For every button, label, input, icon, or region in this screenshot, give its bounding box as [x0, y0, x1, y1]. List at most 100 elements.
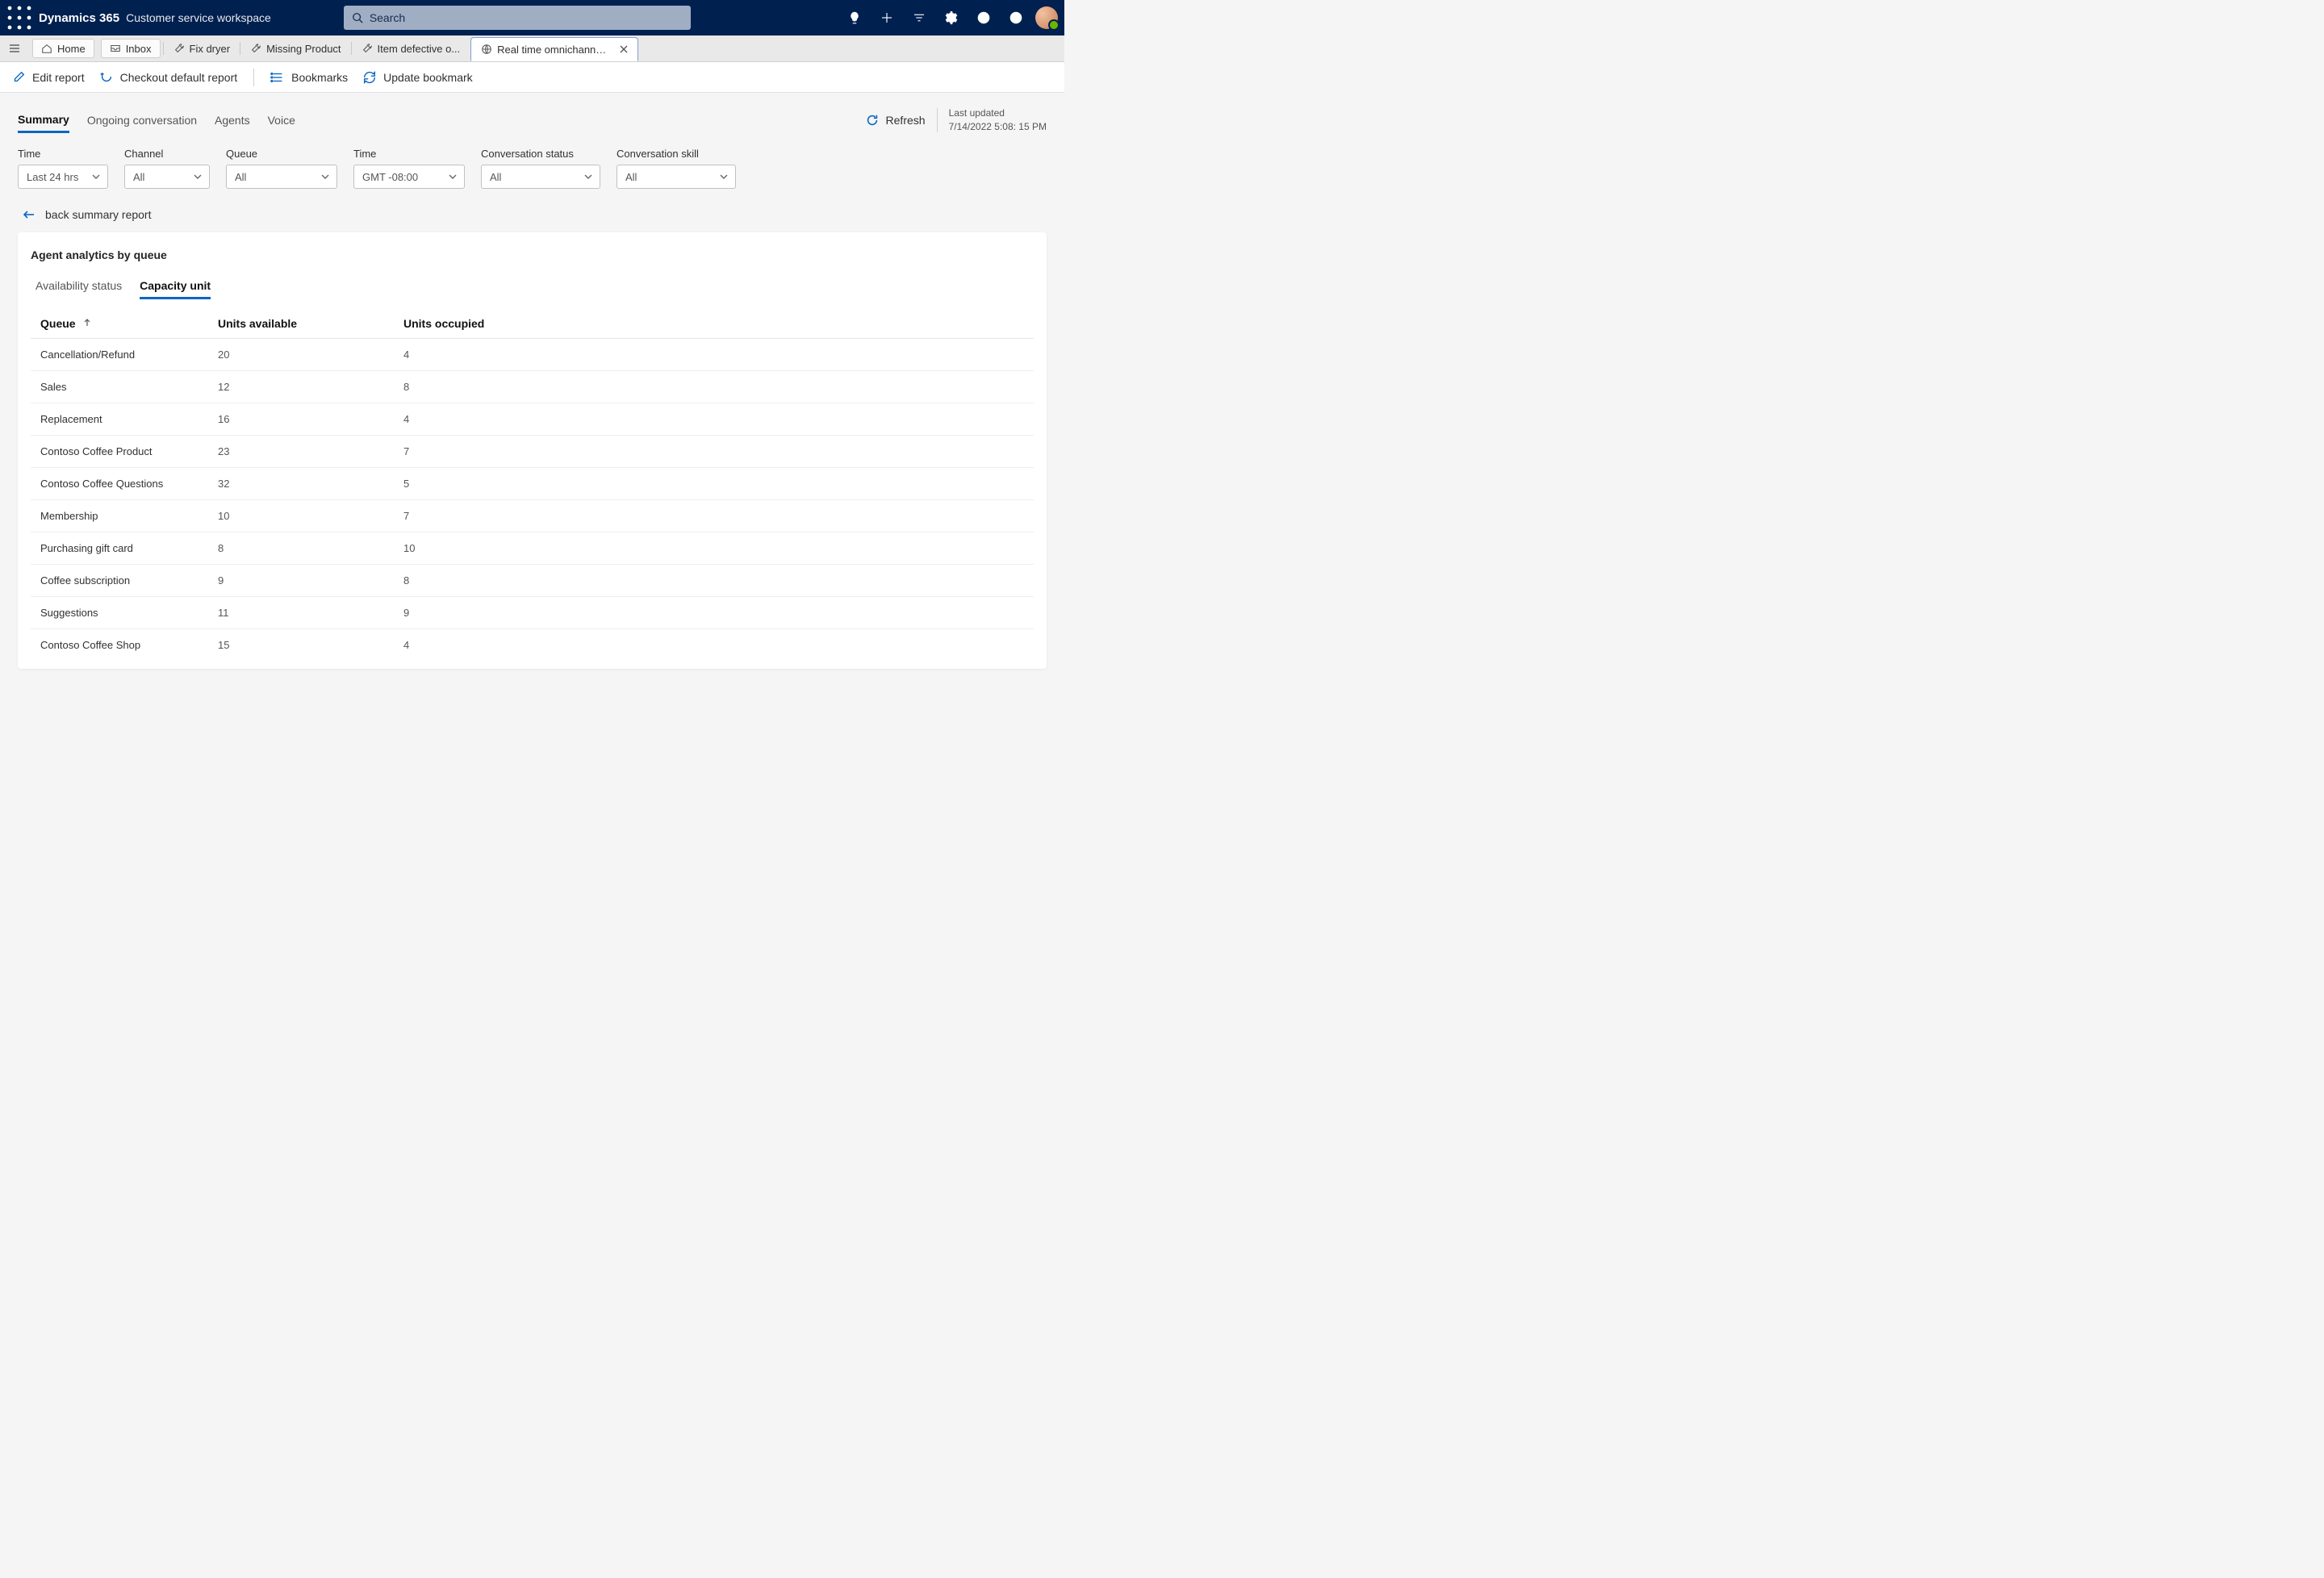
cell-occupied: 5: [394, 468, 1034, 500]
refresh-label: Refresh: [886, 114, 926, 127]
tab-label: Fix dryer: [190, 43, 231, 55]
tab-home[interactable]: Home: [32, 39, 94, 58]
table-row[interactable]: Suggestions119: [31, 597, 1034, 629]
col-available[interactable]: Units available: [208, 309, 394, 339]
tab-realtime-omnichannel[interactable]: Real time omnichannel an...: [470, 37, 638, 61]
cell-available: 32: [208, 468, 394, 500]
cell-occupied: 4: [394, 403, 1034, 436]
table-row[interactable]: Contoso Coffee Product237: [31, 436, 1034, 468]
filter-select[interactable]: GMT -08:00: [353, 165, 465, 189]
cell-available: 15: [208, 629, 394, 662]
chevron-down-icon: [193, 172, 203, 182]
filter-select[interactable]: All: [226, 165, 337, 189]
tab-home-label: Home: [57, 43, 86, 55]
view-tab-voice[interactable]: Voice: [268, 109, 295, 132]
filter-select[interactable]: Last 24 hrs: [18, 165, 108, 189]
gear-icon[interactable]: [935, 0, 968, 35]
filter-label: Queue: [226, 148, 337, 160]
avatar[interactable]: [1035, 6, 1058, 29]
filter-label: Conversation skill: [617, 148, 736, 160]
filter-time: TimeGMT -08:00: [353, 148, 465, 189]
cell-occupied: 4: [394, 629, 1034, 662]
lightbulb-icon[interactable]: [838, 0, 871, 35]
edit-report-button[interactable]: Edit report: [11, 70, 85, 85]
tab-inbox-label: Inbox: [126, 43, 152, 55]
filter-row: TimeLast 24 hrsChannelAllQueueAllTimeGMT…: [18, 148, 1047, 189]
sitemap-toggle-icon[interactable]: [0, 35, 29, 61]
cell-occupied: 9: [394, 597, 1034, 629]
close-icon[interactable]: [620, 44, 628, 56]
table-row[interactable]: Contoso Coffee Shop154: [31, 629, 1034, 662]
brand-name: Dynamics 365: [39, 11, 119, 25]
table-row[interactable]: Cancellation/Refund204: [31, 339, 1034, 371]
cell-queue: Replacement: [31, 403, 208, 436]
cell-available: 16: [208, 403, 394, 436]
cmd-label: Edit report: [32, 71, 85, 84]
checkout-report-button[interactable]: Checkout default report: [99, 70, 238, 85]
tab-label: Real time omnichannel an...: [497, 44, 610, 56]
table-row[interactable]: Contoso Coffee Questions325: [31, 468, 1034, 500]
cell-queue: Purchasing gift card: [31, 532, 208, 565]
cell-queue: Cancellation/Refund: [31, 339, 208, 371]
cell-available: 11: [208, 597, 394, 629]
cell-queue: Coffee subscription: [31, 565, 208, 597]
last-updated: Last updated 7/14/2022 5:08: 15 PM: [949, 106, 1047, 134]
filter-icon[interactable]: [903, 0, 935, 35]
table-row[interactable]: Membership107: [31, 500, 1034, 532]
refresh-button[interactable]: Refresh: [865, 113, 926, 127]
back-link[interactable]: back summary report: [23, 208, 1047, 221]
view-tab-summary[interactable]: Summary: [18, 108, 69, 133]
filter-conversation-skill: Conversation skill All: [617, 148, 736, 189]
last-updated-label: Last updated: [949, 106, 1047, 120]
cell-occupied: 7: [394, 436, 1034, 468]
chevron-down-icon: [448, 172, 458, 182]
subtab-capacity[interactable]: Capacity unit: [140, 274, 211, 299]
table-header-row: Queue Units available Units occupied: [31, 309, 1034, 339]
tab-item-defective[interactable]: Item defective o...: [352, 35, 471, 61]
tab-label: Missing Product: [266, 43, 341, 55]
cell-occupied: 10: [394, 532, 1034, 565]
back-label: back summary report: [45, 208, 151, 221]
filter-value: GMT -08:00: [362, 171, 418, 183]
filter-select[interactable]: All: [481, 165, 600, 189]
last-updated-value: 7/14/2022 5:08: 15 PM: [949, 120, 1047, 134]
divider: [253, 69, 254, 86]
table-row[interactable]: Replacement164: [31, 403, 1034, 436]
table-row[interactable]: Purchasing gift card810: [31, 532, 1034, 565]
tab-missing-product[interactable]: Missing Product: [240, 35, 351, 61]
update-bookmark-button[interactable]: Update bookmark: [362, 70, 473, 85]
cell-available: 9: [208, 565, 394, 597]
filter-channel: Channel All: [124, 148, 210, 189]
table-row[interactable]: Sales128: [31, 371, 1034, 403]
tab-fix-dryer[interactable]: Fix dryer: [164, 35, 241, 61]
cell-available: 10: [208, 500, 394, 532]
col-occupied[interactable]: Units occupied: [394, 309, 1034, 339]
plus-icon[interactable]: [871, 0, 903, 35]
table-row[interactable]: Coffee subscription98: [31, 565, 1034, 597]
cell-queue: Contoso Coffee Questions: [31, 468, 208, 500]
filter-value: All: [625, 171, 637, 183]
global-search[interactable]: Search: [344, 6, 691, 30]
col-queue[interactable]: Queue: [31, 309, 208, 339]
view-tab-agents[interactable]: Agents: [215, 109, 250, 132]
filter-queue: Queue All: [226, 148, 337, 189]
view-tab-ongoing[interactable]: Ongoing conversation: [87, 109, 197, 132]
help-icon[interactable]: [968, 0, 1000, 35]
filter-conversation-status: Conversation statusAll: [481, 148, 600, 189]
cmd-label: Checkout default report: [120, 71, 238, 84]
bookmarks-button[interactable]: Bookmarks: [270, 70, 348, 85]
tab-strip: Home Inbox Fix dryer Missing Product Ite…: [0, 35, 1064, 62]
filter-label: Channel: [124, 148, 210, 160]
cell-occupied: 7: [394, 500, 1034, 532]
subtab-availability[interactable]: Availability status: [36, 274, 122, 299]
tab-inbox[interactable]: Inbox: [101, 39, 161, 58]
app-launcher-icon[interactable]: [6, 5, 32, 31]
cell-queue: Sales: [31, 371, 208, 403]
cell-queue: Suggestions: [31, 597, 208, 629]
emoji-icon[interactable]: [1000, 0, 1032, 35]
chevron-down-icon: [719, 172, 729, 182]
filter-select[interactable]: All: [124, 165, 210, 189]
filter-value: All: [490, 171, 501, 183]
filter-select[interactable]: All: [617, 165, 736, 189]
cmd-label: Bookmarks: [291, 71, 348, 84]
